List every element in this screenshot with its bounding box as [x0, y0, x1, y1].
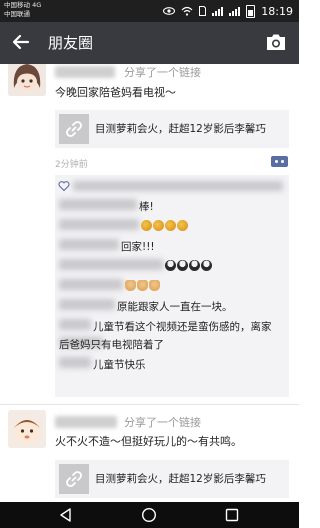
signal-icon [212, 6, 224, 16]
shared-link-card[interactable]: 目测萝莉会火，赶超12岁影后李馨巧 [55, 110, 289, 148]
wechat-moments-screen: { "status_bar": { "carrier_1": "中国移动 4G"… [0, 0, 299, 528]
comment-text: 后爸妈只有电视陪着了 [59, 339, 164, 351]
nav-home-button[interactable] [141, 507, 157, 523]
link-thumbnail [59, 114, 89, 144]
penguin-emoji-icon [165, 259, 176, 271]
more-button[interactable] [271, 156, 288, 167]
commenter-name-redacted [59, 357, 91, 368]
signal-2-icon [229, 6, 241, 16]
carrier-info: 中国移动 4G 中国联通 [4, 1, 41, 19]
commenter-name-redacted [59, 239, 119, 250]
commenter-name-redacted [59, 259, 163, 270]
penguin-emoji-icon [189, 259, 200, 271]
commenter-name-redacted [59, 279, 123, 290]
title-bar: 朋友圈 [0, 22, 299, 64]
commenter-name-redacted [59, 199, 137, 210]
cartoon-girl-avatar-icon [8, 64, 46, 96]
arrow-left-icon [12, 34, 30, 50]
share-label: 分享了一个链接 [124, 416, 201, 429]
moments-feed[interactable]: 分享了一个链接 今晚回家陪爸妈看电视～ 目测萝莉会火，赶超12岁影后李馨巧 2分… [0, 64, 299, 502]
nav-recent-button[interactable] [224, 507, 240, 523]
nav-back-button[interactable] [58, 507, 74, 523]
penguin-emoji-icon [201, 259, 212, 271]
bear-emoji-icon [177, 219, 188, 231]
post-divider [0, 404, 299, 405]
sim-card-icon [199, 6, 207, 16]
comment-emoji [165, 259, 289, 271]
wifi-icon [181, 6, 193, 16]
bear-emoji-icon [141, 219, 152, 231]
comment-emoji [125, 279, 289, 291]
commenter-name-redacted [59, 219, 139, 230]
shared-link-card[interactable]: 目测萝莉会火，赶超12岁影后李馨巧 [55, 460, 289, 498]
status-icons: 18:19 [163, 2, 293, 20]
camera-icon [267, 34, 285, 50]
likes-comments-box: 棒! 回家!!! 原能跟家人一直在一块。 儿童节看这个视频还是蛮伤感的，离家 后… [55, 175, 289, 397]
android-nav-bar [0, 502, 299, 528]
comment-text: 儿童节快乐 [93, 359, 146, 371]
status-bar: 中国移动 4G 中国联通 18:19 [0, 0, 299, 22]
triangle-back-icon [60, 508, 71, 522]
comment-text: 儿童节看这个视频还是蛮伤感的，离家 [93, 321, 272, 333]
comment-text: 原能跟家人一直在一块。 [117, 301, 233, 313]
eye-icon [163, 7, 176, 15]
cartoon-avatar-icon [8, 410, 46, 448]
link-thumbnail [59, 464, 89, 494]
comment-emoji [141, 219, 289, 231]
carrier-1: 中国移动 4G [4, 1, 42, 9]
praying-hands-emoji-icon [149, 279, 160, 291]
battery-icon [246, 4, 256, 18]
link-title: 目测萝莉会火，赶超12岁影后李馨巧 [95, 123, 266, 135]
like-names-redacted [73, 181, 283, 191]
bear-emoji-icon [153, 219, 164, 231]
link-icon [66, 471, 82, 487]
share-label: 分享了一个链接 [124, 66, 201, 79]
post-text: 今晚回家陪爸妈看电视～ [55, 86, 176, 99]
link-icon [66, 121, 82, 137]
post-time: 2分钟前 [55, 160, 88, 170]
circle-home-icon [141, 507, 157, 523]
square-recent-icon [225, 508, 239, 522]
camera-button[interactable] [265, 32, 287, 52]
comment-text: 回家!!! [121, 241, 155, 253]
heart-icon [58, 181, 70, 192]
commenter-name-redacted [59, 299, 115, 310]
back-button[interactable] [10, 31, 32, 53]
bear-emoji-icon [165, 219, 176, 231]
praying-hands-emoji-icon [137, 279, 148, 291]
comment-text: 棒! [139, 201, 154, 213]
carrier-2: 中国联通 [4, 10, 30, 18]
nickname-redacted [55, 66, 115, 78]
status-time: 18:19 [261, 4, 293, 18]
penguin-emoji-icon [177, 259, 188, 271]
nickname-redacted [55, 416, 117, 428]
link-title: 目测萝莉会火，赶超12岁影后李馨巧 [95, 473, 266, 485]
page-title: 朋友圈 [48, 34, 94, 52]
commenter-name-redacted [59, 319, 91, 330]
avatar[interactable] [8, 410, 46, 448]
post-text: 火不火不造～但挺好玩儿的～有共鸣。 [55, 435, 242, 448]
avatar[interactable] [8, 64, 46, 96]
praying-hands-emoji-icon [125, 279, 136, 291]
